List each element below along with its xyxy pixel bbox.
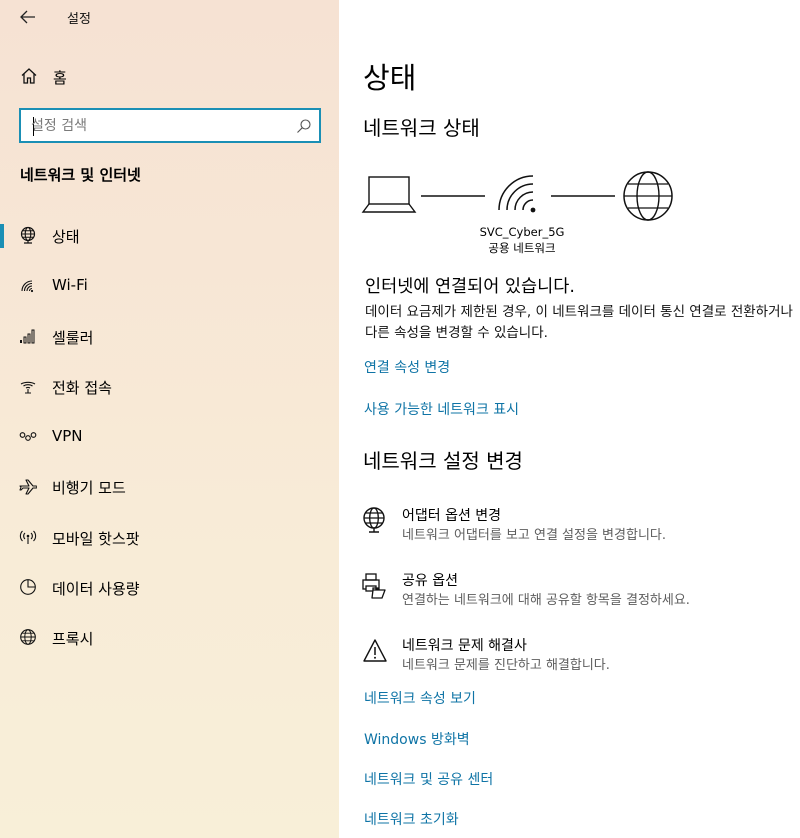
main-content: 상태 네트워크 상태 SVC_Cyber_5G 공용 네트워크 인터넷에 연결되… [339, 0, 800, 838]
page-title: 상태 [363, 61, 417, 95]
network-status-heading: 네트워크 상태 [363, 116, 480, 140]
section-title: 네트워크 및 인터넷 [20, 166, 141, 184]
sidebar-item-label: 데이터 사용량 [52, 580, 140, 599]
setting-title: 네트워크 문제 해결사 [402, 638, 527, 654]
app-title: 설정 [67, 12, 91, 27]
connection-status: 인터넷에 연결되어 있습니다. [365, 277, 575, 297]
sidebar-item-vpn[interactable]: VPN [0, 416, 339, 466]
wifi-icon [21, 280, 34, 293]
globe-network-icon [20, 226, 36, 244]
network-reset-link[interactable]: 네트워크 초기화 [364, 809, 459, 829]
search-input[interactable] [31, 115, 291, 136]
sidebar-item-label: 셀룰러 [52, 328, 94, 347]
change-connection-properties-link[interactable]: 연결 속성 변경 [364, 357, 450, 377]
dialup-icon [20, 381, 36, 394]
hotspot-icon [19, 530, 37, 544]
sidebar: 설정 홈 네트워크 및 인터넷 상태 [0, 0, 339, 838]
back-arrow-icon [20, 10, 35, 24]
adapter-options-item[interactable]: 어댑터 옵션 변경 네트워크 어댑터를 보고 연결 설정을 변경합니다. [361, 505, 791, 549]
laptop-icon [361, 176, 417, 213]
search-box[interactable] [19, 108, 321, 143]
airplane-icon [19, 479, 37, 496]
cellular-icon [20, 329, 35, 344]
sidebar-item-label: 홈 [53, 69, 67, 87]
sidebar-item-proxy[interactable]: 프록시 [0, 617, 339, 667]
search-icon[interactable] [296, 118, 312, 134]
sidebar-item-cellular[interactable]: 셀룰러 [0, 316, 339, 366]
setting-description: 연결하는 네트워크에 대해 공유할 항목을 결정하세요. [402, 593, 690, 608]
sidebar-item-label: 상태 [52, 228, 80, 246]
setting-title: 공유 옵션 [402, 573, 458, 589]
sidebar-item-status[interactable]: 상태 [0, 215, 339, 265]
setting-description: 네트워크 문제를 진단하고 해결합니다. [402, 658, 610, 673]
sidebar-nav: 상태 Wi-Fi 셀룰러 전화 접속 VPN 비행기 모드 모바일 핫스팟 데이… [0, 215, 339, 668]
sidebar-item-data-usage[interactable]: 데이터 사용량 [0, 567, 339, 617]
view-network-properties-link[interactable]: 네트워크 속성 보기 [364, 688, 476, 708]
title-bar: 설정 [0, 0, 339, 34]
network-sharing-center-link[interactable]: 네트워크 및 공유 센터 [364, 769, 493, 789]
network-type: 공용 네트워크 [488, 241, 556, 255]
connection-status-description: 데이터 요금제가 제한된 경우, 이 네트워크를 데이터 통신 연결로 전환하거… [365, 304, 793, 341]
sidebar-item-label: 비행기 모드 [52, 479, 126, 498]
home-icon [21, 68, 37, 84]
back-button[interactable] [14, 5, 42, 29]
wifi-signal-icon [498, 175, 536, 213]
sidebar-item-airplane-mode[interactable]: 비행기 모드 [0, 466, 339, 516]
sidebar-item-label: VPN [52, 427, 83, 446]
windows-firewall-link[interactable]: Windows 방화벽 [364, 729, 470, 749]
globe-icon [20, 629, 36, 646]
adapter-icon [363, 507, 385, 533]
network-troubleshooter-item[interactable]: 네트워크 문제 해결사 네트워크 문제를 진단하고 해결합니다. [361, 635, 791, 679]
sidebar-item-label: 프록시 [52, 630, 94, 649]
setting-description: 네트워크 어댑터를 보고 연결 설정을 변경합니다. [402, 528, 666, 543]
warning-icon [363, 639, 387, 662]
show-available-networks-link[interactable]: 사용 가능한 네트워크 표시 [364, 399, 519, 419]
vpn-icon [19, 432, 37, 442]
sidebar-item-dialup[interactable]: 전화 접속 [0, 366, 339, 416]
network-name: SVC_Cyber_5G [479, 225, 565, 239]
sidebar-item-home[interactable]: 홈 [0, 60, 339, 92]
sharing-icon [362, 573, 386, 599]
sharing-options-item[interactable]: 공유 옵션 연결하는 네트워크에 대해 공유할 항목을 결정하세요. [361, 570, 791, 614]
sidebar-item-label: 모바일 핫스팟 [52, 529, 140, 548]
setting-title: 어댑터 옵션 변경 [402, 508, 502, 524]
sidebar-item-label: Wi-Fi [52, 276, 88, 295]
internet-globe-icon [623, 171, 673, 221]
data-usage-icon [20, 579, 36, 595]
sidebar-item-mobile-hotspot[interactable]: 모바일 핫스팟 [0, 517, 339, 567]
change-settings-heading: 네트워크 설정 변경 [363, 449, 523, 473]
sidebar-item-wifi[interactable]: Wi-Fi [0, 265, 339, 315]
sidebar-item-label: 전화 접속 [52, 378, 112, 397]
